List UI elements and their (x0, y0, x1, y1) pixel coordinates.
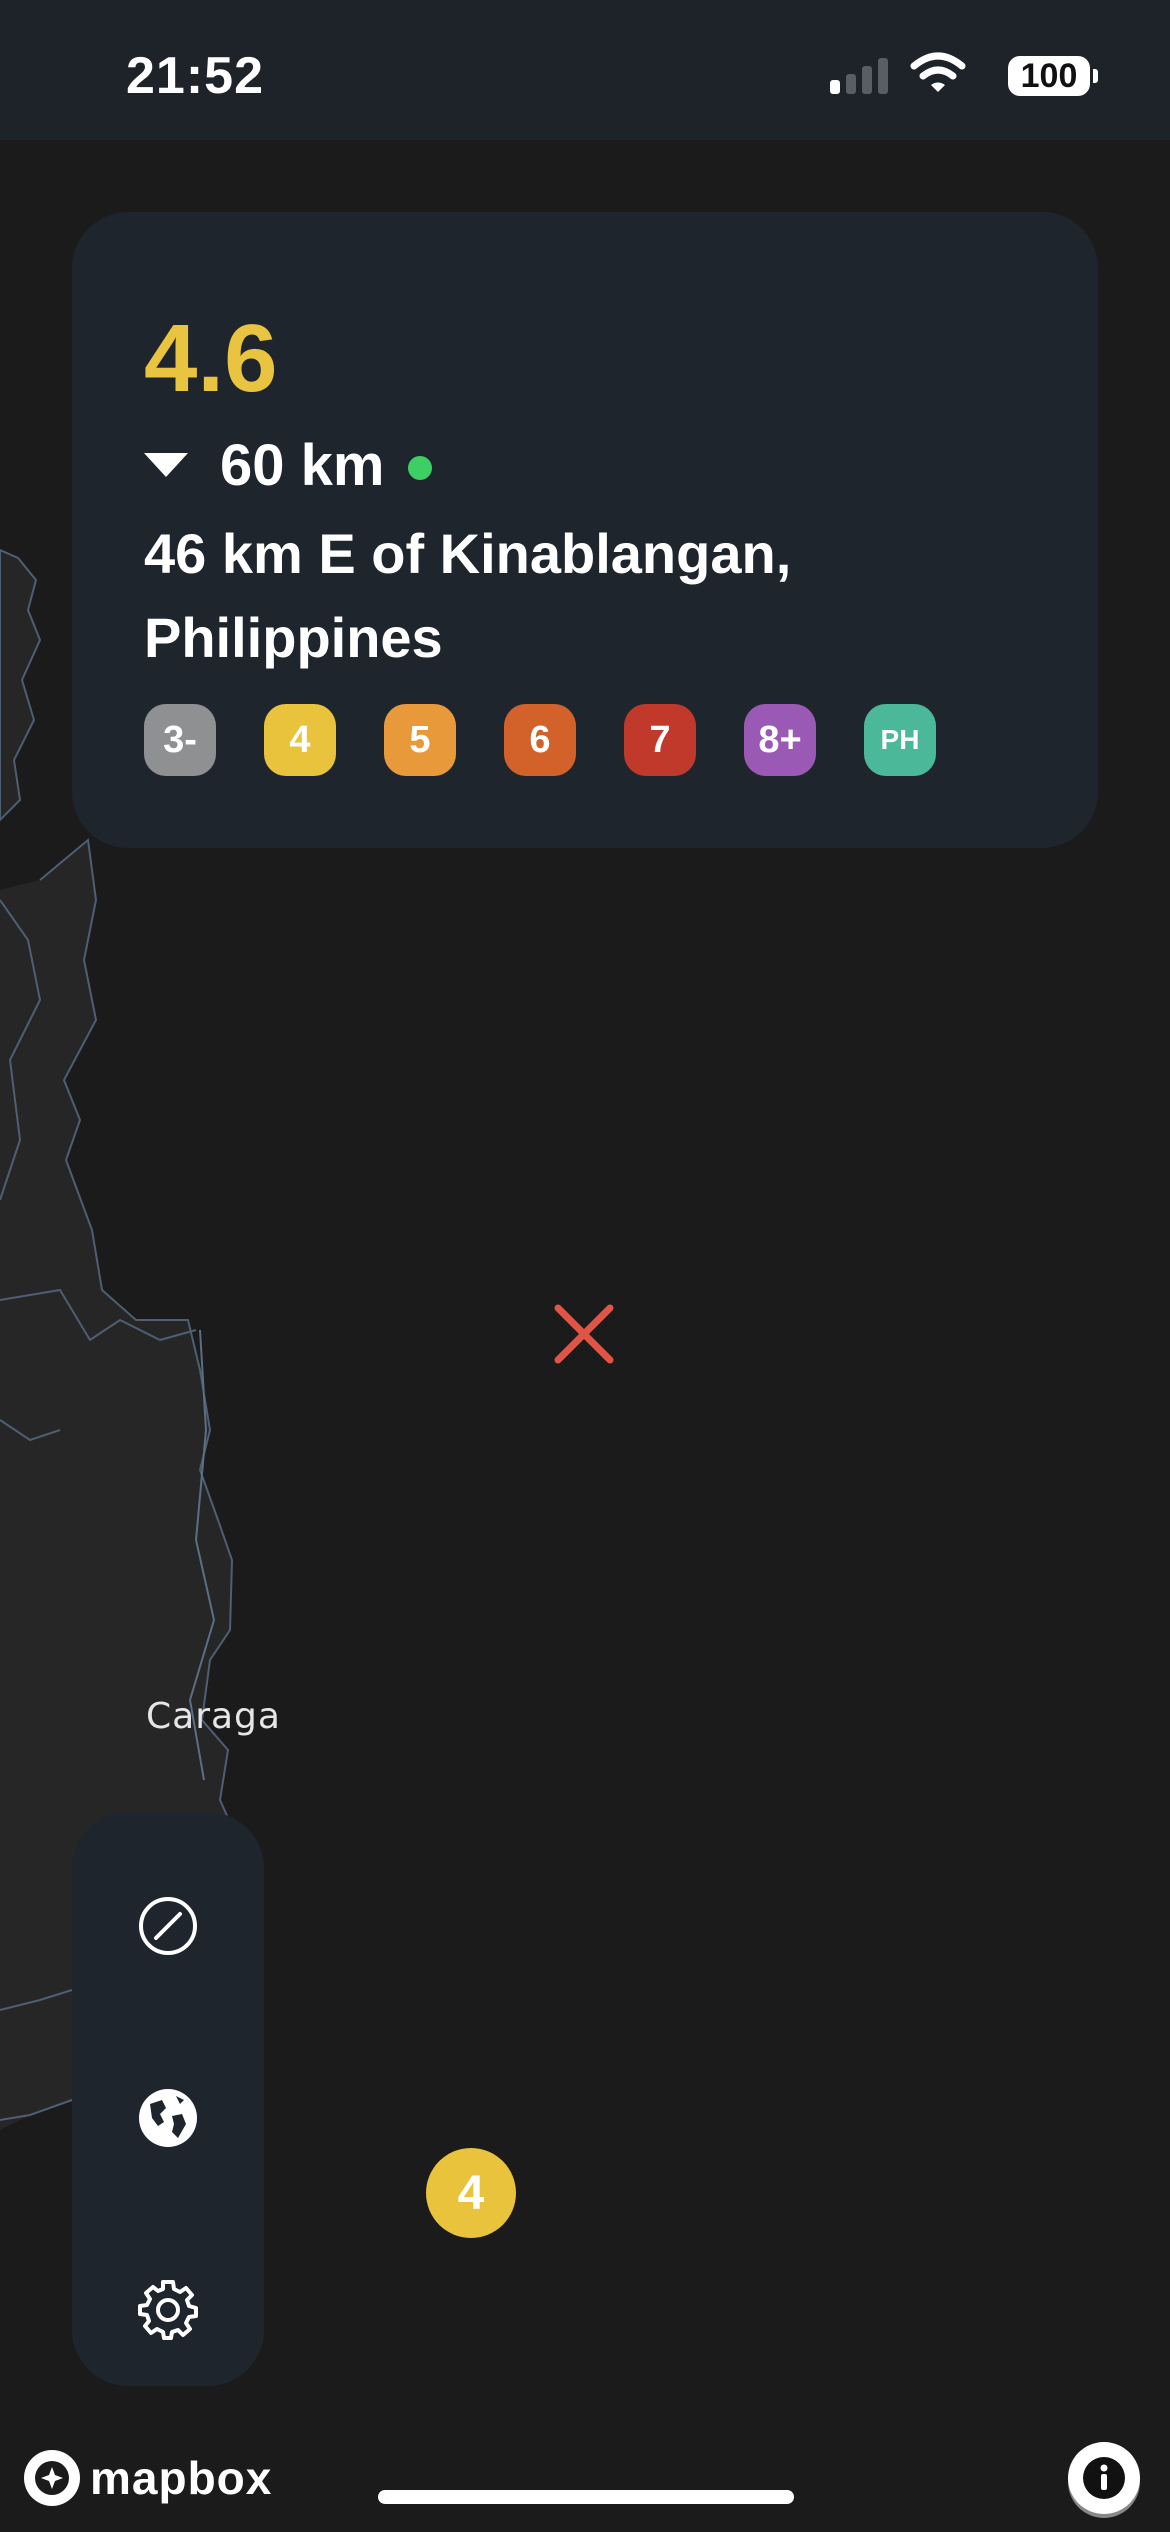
no-filter-icon (139, 1897, 197, 1955)
signal-bar-3 (862, 66, 872, 94)
wifi-icon (910, 52, 966, 92)
filter-chip-7[interactable]: 7 (624, 704, 696, 776)
mapbox-wordmark: mapbox (90, 2452, 273, 2504)
live-status-dot (408, 456, 433, 480)
battery-indicator: 100 (1008, 56, 1098, 96)
side-toolbar (72, 1812, 264, 2386)
home-indicator[interactable] (378, 2490, 794, 2504)
filter-chip-5[interactable]: 5 (384, 704, 456, 776)
filter-chip-8-plus[interactable]: 8+ (744, 704, 816, 776)
filter-chip-6[interactable]: 6 (504, 704, 576, 776)
earthquake-card[interactable]: 4.6 60 km 46 km E of Kinablangan, Philip… (72, 212, 1098, 848)
magnitude-value: 4.6 (144, 305, 278, 412)
signal-bar-1 (830, 80, 840, 94)
x-marker-icon[interactable] (552, 1302, 616, 1366)
signal-bar-2 (846, 74, 856, 94)
filter-chip-4[interactable]: 4 (264, 704, 336, 776)
gear-icon (138, 2280, 198, 2340)
location-text: 46 km E of Kinablangan, Philippines (144, 522, 792, 669)
info-button[interactable] (1068, 2442, 1140, 2514)
depth-row: 60 km (144, 430, 433, 500)
globe-button[interactable] (128, 2078, 208, 2158)
depth-value: 60 km (220, 432, 385, 498)
map-region-label: Caraga (146, 1696, 281, 1737)
magnitude-filter-chips: 3- 4 5 6 7 8+ PH (144, 704, 936, 776)
globe-icon (139, 2089, 197, 2147)
status-bar: 21:52 100 (0, 0, 1170, 140)
filter-chip-3-minus[interactable]: 3- (144, 704, 216, 776)
settings-button[interactable] (128, 2270, 208, 2350)
status-time: 21:52 (126, 47, 264, 105)
status-icons: 100 (830, 50, 1098, 100)
mapbox-logo[interactable]: mapbox (24, 2446, 272, 2510)
depth-arrow-icon (144, 453, 188, 477)
earthquake-cluster-marker[interactable]: 4 (426, 2148, 516, 2238)
info-icon (1083, 2457, 1125, 2499)
mapbox-logo-icon (24, 2450, 80, 2506)
filter-chip-ph[interactable]: PH (864, 704, 936, 776)
no-filter-button[interactable] (128, 1886, 208, 1966)
signal-bar-4 (878, 58, 888, 94)
